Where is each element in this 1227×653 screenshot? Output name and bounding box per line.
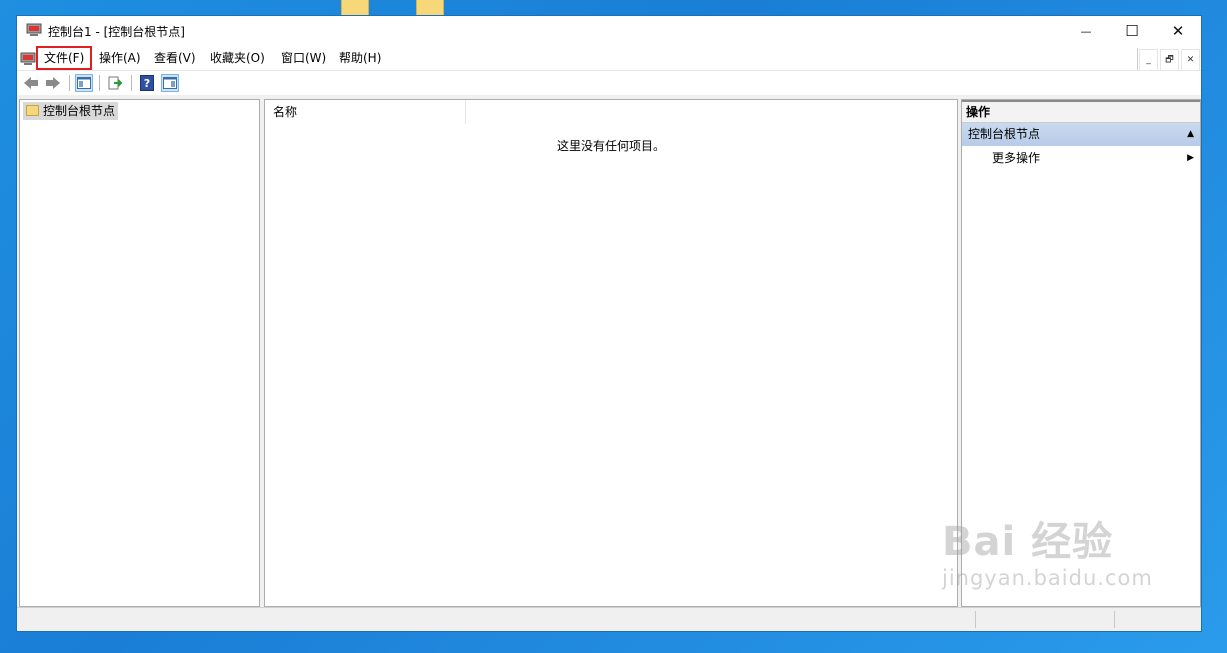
toolbar-separator (99, 75, 100, 91)
show-hide-action-pane-icon (163, 77, 177, 89)
tree-root-label: 控制台根节点 (43, 104, 116, 118)
close-button[interactable]: ✕ (1155, 16, 1201, 46)
export-list-icon (108, 76, 122, 90)
mdi-minimize-button[interactable]: _ (1139, 49, 1158, 71)
help-icon: ? (140, 75, 154, 91)
actions-pane: 操作 控制台根节点 ▲ 更多操作 ▶ (961, 99, 1201, 607)
mdi-close-button[interactable]: ✕ (1181, 49, 1200, 71)
menu-window[interactable]: 窗口(W) (276, 49, 331, 67)
more-actions-label: 更多操作 (992, 151, 1041, 165)
mmc-app-icon (26, 23, 42, 36)
window-title: 控制台1 - [控制台根节点] (48, 25, 185, 39)
minimize-button[interactable]: — (1063, 16, 1109, 46)
empty-list-message: 这里没有任何项目。 (556, 139, 665, 153)
actions-node-label: 控制台根节点 (968, 127, 1041, 141)
collapse-up-icon[interactable]: ▲ (1187, 123, 1194, 146)
menu-view[interactable]: 查看(V) (149, 49, 201, 67)
folder-icon (26, 105, 39, 116)
status-bar (17, 607, 1201, 631)
status-divider (975, 611, 976, 628)
column-header-name[interactable]: 名称 (265, 100, 466, 124)
result-pane[interactable]: 名称 这里没有任何项目。 (264, 99, 958, 607)
menu-favorites[interactable]: 收藏夹(O) (205, 49, 270, 67)
column-header-label: 名称 (273, 105, 298, 119)
back-button[interactable] (22, 74, 40, 92)
mdi-restore-button[interactable]: 🗗 (1160, 49, 1179, 71)
export-list-button[interactable] (106, 74, 124, 92)
help-button[interactable]: ? (138, 74, 156, 92)
back-arrow-icon (24, 77, 38, 89)
tree-root-node[interactable]: 控制台根节点 (23, 102, 119, 120)
forward-arrow-icon (46, 77, 60, 89)
toolbar-separator (131, 75, 132, 91)
more-actions-item[interactable]: 更多操作 ▶ (962, 148, 1200, 168)
tree-pane[interactable]: 控制台根节点 (19, 99, 260, 607)
title-bar[interactable]: 控制台1 - [控制台根节点] — ☐ ✕ (17, 16, 1201, 46)
close-icon: ✕ (1186, 55, 1195, 65)
menu-bar: 文件(F) 操作(A) 查看(V) 收藏夹(O) 窗口(W) 帮助(H) _ 🗗… (17, 46, 1201, 71)
svg-text:?: ? (144, 77, 150, 90)
show-hide-action-pane-button[interactable] (161, 74, 179, 92)
console-content: 控制台根节点 名称 这里没有任何项目。 操作 控制台根节点 ▲ 更多操作 ▶ (17, 95, 1201, 607)
minimize-icon: _ (1146, 55, 1151, 65)
mmc-document-icon[interactable] (20, 52, 36, 66)
show-hide-tree-icon (77, 77, 91, 89)
toolbar-separator (69, 75, 70, 91)
close-icon: ✕ (1171, 22, 1185, 40)
minimize-icon: — (1080, 24, 1092, 38)
restore-icon: 🗗 (1165, 55, 1174, 65)
actions-node-header[interactable]: 控制台根节点 ▲ (962, 123, 1200, 146)
forward-button[interactable] (44, 74, 62, 92)
actions-pane-title: 操作 (962, 100, 1200, 123)
maximize-icon: ☐ (1125, 22, 1139, 40)
submenu-arrow-icon: ▶ (1187, 153, 1194, 163)
menu-file[interactable]: 文件(F) (35, 46, 93, 70)
mmc-window: 控制台1 - [控制台根节点] — ☐ ✕ 文件(F) 操作(A) 查看(V) … (16, 15, 1202, 632)
maximize-button[interactable]: ☐ (1109, 16, 1155, 46)
mdi-controls: _ 🗗 ✕ (1137, 48, 1201, 71)
menu-help[interactable]: 帮助(H) (334, 49, 386, 67)
menu-action[interactable]: 操作(A) (94, 49, 146, 67)
show-hide-tree-button[interactable] (75, 74, 93, 92)
status-divider (1114, 611, 1115, 628)
toolbar: ? (17, 70, 1201, 96)
